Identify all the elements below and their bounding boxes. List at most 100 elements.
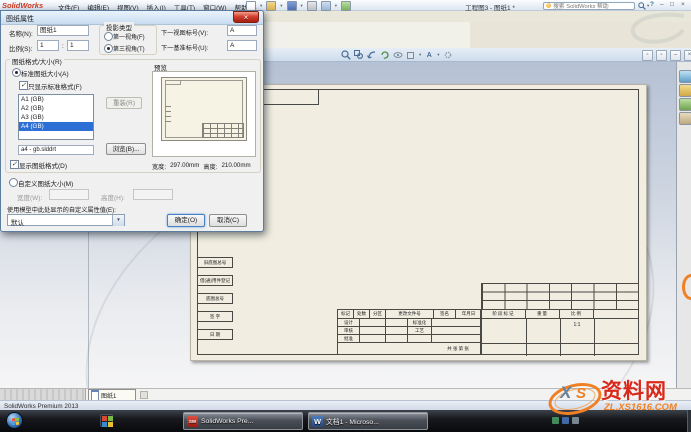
sheet-dimensions: 宽度: 297.00mm 高度: 210.00mm bbox=[152, 162, 251, 171]
watermark-site: ZL.XS1616.COM bbox=[604, 402, 677, 413]
search-placeholder: 搜索 SolidWorks 帮助 bbox=[553, 4, 609, 10]
custom-height-input bbox=[133, 189, 173, 200]
next-view-input[interactable]: A bbox=[227, 25, 257, 36]
restore-icon[interactable]: □ bbox=[670, 1, 674, 9]
custom-size-radio[interactable] bbox=[9, 178, 18, 187]
sheet-size-listbox[interactable]: A1 (GB) A2 (GB) A3 (GB) A4 (GB) bbox=[18, 94, 94, 140]
aux-block: 日 期 bbox=[197, 329, 233, 340]
doc-restore-icon[interactable]: ▫ bbox=[656, 50, 667, 61]
doc-dash-icon[interactable]: – bbox=[670, 50, 681, 61]
first-angle-radio[interactable] bbox=[104, 32, 113, 41]
scale-value: 1:1 bbox=[573, 322, 581, 328]
scale-den: 1 bbox=[70, 42, 74, 49]
format-file-value: a4 - gb.slddrt bbox=[21, 147, 57, 153]
scale-num: 1 bbox=[40, 42, 44, 49]
sheet-size-option[interactable]: A1 (GB) bbox=[19, 95, 93, 104]
role-cell: 批准 bbox=[338, 335, 360, 343]
title-block-right: 阶段标记 重量 比例 1:1 bbox=[481, 283, 639, 356]
add-sheet-button[interactable] bbox=[140, 391, 148, 399]
name-input[interactable]: 图纸1 bbox=[37, 25, 89, 36]
pinned-app-icon[interactable] bbox=[100, 414, 113, 427]
revision-header-cell: 标记 bbox=[338, 310, 354, 319]
solidworks-logo: SolidWorks bbox=[2, 1, 44, 10]
view-toolbar-icons: ▾ A ▾ bbox=[341, 50, 453, 60]
help-icon[interactable]: ? bbox=[650, 1, 654, 8]
undo-icon[interactable] bbox=[320, 1, 331, 11]
search-input[interactable]: 搜索 SolidWorks 帮助 bbox=[543, 1, 635, 10]
file-explorer-icon[interactable] bbox=[679, 98, 691, 111]
help-ball-icon bbox=[546, 3, 551, 8]
ok-button[interactable]: 确定(O) bbox=[167, 214, 205, 227]
watermark-logo-x: X bbox=[560, 383, 572, 402]
cancel-button[interactable]: 取消(C) bbox=[209, 214, 247, 227]
role-row: 审核 工艺 bbox=[338, 327, 482, 335]
solidworks-app-icon: SW bbox=[187, 415, 198, 427]
hide-show-items-icon[interactable] bbox=[393, 50, 403, 60]
toolbar-watermark-swirl bbox=[630, 12, 685, 44]
reload-button[interactable]: 重装(R) bbox=[106, 97, 142, 109]
only-standard-label: 只显示标准格式(F) bbox=[28, 84, 82, 91]
preview-title-block bbox=[202, 123, 244, 138]
role-cell: 审核 bbox=[338, 327, 360, 335]
zoom-fit-icon[interactable] bbox=[341, 50, 351, 60]
standard-size-radio[interactable] bbox=[12, 68, 21, 77]
document-window-controls: ▫ ▫ – × bbox=[642, 50, 691, 61]
taskbar-item-solidworks[interactable]: SW SolidWorks Pre... bbox=[183, 412, 303, 430]
display-style-icon[interactable] bbox=[406, 50, 416, 60]
standard-size-label: 标准图纸大小(A) bbox=[21, 71, 69, 78]
custom-props-value: 默认 bbox=[11, 219, 24, 227]
browse-button[interactable]: 浏览(B)... bbox=[106, 143, 146, 155]
third-angle-radio[interactable] bbox=[104, 44, 113, 53]
width-value: 297.00mm bbox=[170, 162, 200, 169]
next-datum-input[interactable]: A bbox=[227, 40, 257, 51]
only-standard-checkbox[interactable] bbox=[19, 81, 28, 90]
dialog-close-icon[interactable]: × bbox=[233, 11, 259, 23]
open-icon[interactable] bbox=[266, 1, 277, 11]
close-window-icon[interactable]: × bbox=[681, 1, 685, 9]
format-preview bbox=[152, 71, 256, 157]
design-library-icon[interactable] bbox=[679, 84, 691, 97]
sheet-size-option[interactable]: A3 (GB) bbox=[19, 113, 93, 122]
revision-header-row: 标记 处数 分区 更改文件号 签名 年月日 bbox=[338, 310, 482, 319]
solidworks-window: 旧底图总号 借(通)用件登记 底图总号签 字日 期 标记 处数 分区 更改文件号 签名 年月日… bbox=[0, 0, 691, 432]
sheet-size-option[interactable]: A2 (GB) bbox=[19, 104, 93, 113]
print-icon[interactable] bbox=[306, 1, 317, 11]
doc-close-icon[interactable]: × bbox=[684, 50, 691, 61]
sheet-format-group-label: 图纸格式/大小(R) bbox=[10, 56, 64, 66]
revision-header-cell: 分区 bbox=[370, 310, 386, 319]
revision-header-cell: 签名 bbox=[434, 310, 456, 319]
search-icon[interactable]: ▾ bbox=[638, 2, 649, 10]
rebuild-icon[interactable] bbox=[341, 1, 352, 11]
name-label: 名称(N): bbox=[9, 31, 33, 38]
status-text: SolidWorks Premium 2013 bbox=[4, 402, 79, 410]
redraw-icon[interactable] bbox=[380, 50, 390, 60]
chevron-down-icon: ▼ bbox=[112, 215, 124, 226]
display-format-checkbox[interactable] bbox=[10, 160, 19, 169]
solidworks-resources-icon[interactable] bbox=[679, 70, 691, 83]
save-icon[interactable] bbox=[286, 1, 297, 11]
doc-minimize-icon[interactable]: ▫ bbox=[642, 50, 653, 61]
previous-view-icon[interactable] bbox=[367, 50, 377, 60]
sheet-pages-text: 共 张 第 张 bbox=[447, 346, 469, 351]
view-palette-icon[interactable] bbox=[679, 112, 691, 125]
taskbar-item-word[interactable]: W 文档1 - Microso... bbox=[308, 412, 428, 430]
watermark-name: 资料网 bbox=[601, 380, 667, 403]
format-file-input[interactable]: a4 - gb.slddrt bbox=[18, 145, 94, 155]
stage-header-row: 阶段标记 重量 比例 bbox=[482, 310, 638, 319]
scale-numerator-input[interactable]: 1 bbox=[37, 40, 59, 51]
custom-props-dropdown[interactable]: 默认 ▼ bbox=[7, 214, 125, 227]
revision-header-cell: 年月日 bbox=[456, 310, 482, 319]
options-gear-icon[interactable] bbox=[443, 50, 453, 60]
custom-size-label: 自定义图纸大小(M) bbox=[18, 181, 74, 188]
scale-denominator-input[interactable]: 1 bbox=[67, 40, 89, 51]
annotations-icon[interactable]: A bbox=[424, 50, 434, 60]
start-button[interactable] bbox=[6, 412, 23, 429]
role-row: 设计 标准化 bbox=[338, 319, 482, 327]
zoom-area-icon[interactable] bbox=[354, 50, 364, 60]
aux-block: 借(通)用件登记 bbox=[197, 275, 233, 286]
minimize-icon[interactable]: – bbox=[660, 1, 664, 9]
title-block-grid bbox=[482, 284, 638, 310]
sheet-size-option[interactable]: A4 (GB) bbox=[19, 122, 93, 131]
next-datum-value: A bbox=[230, 42, 235, 49]
windows-flag-icon bbox=[11, 417, 19, 425]
